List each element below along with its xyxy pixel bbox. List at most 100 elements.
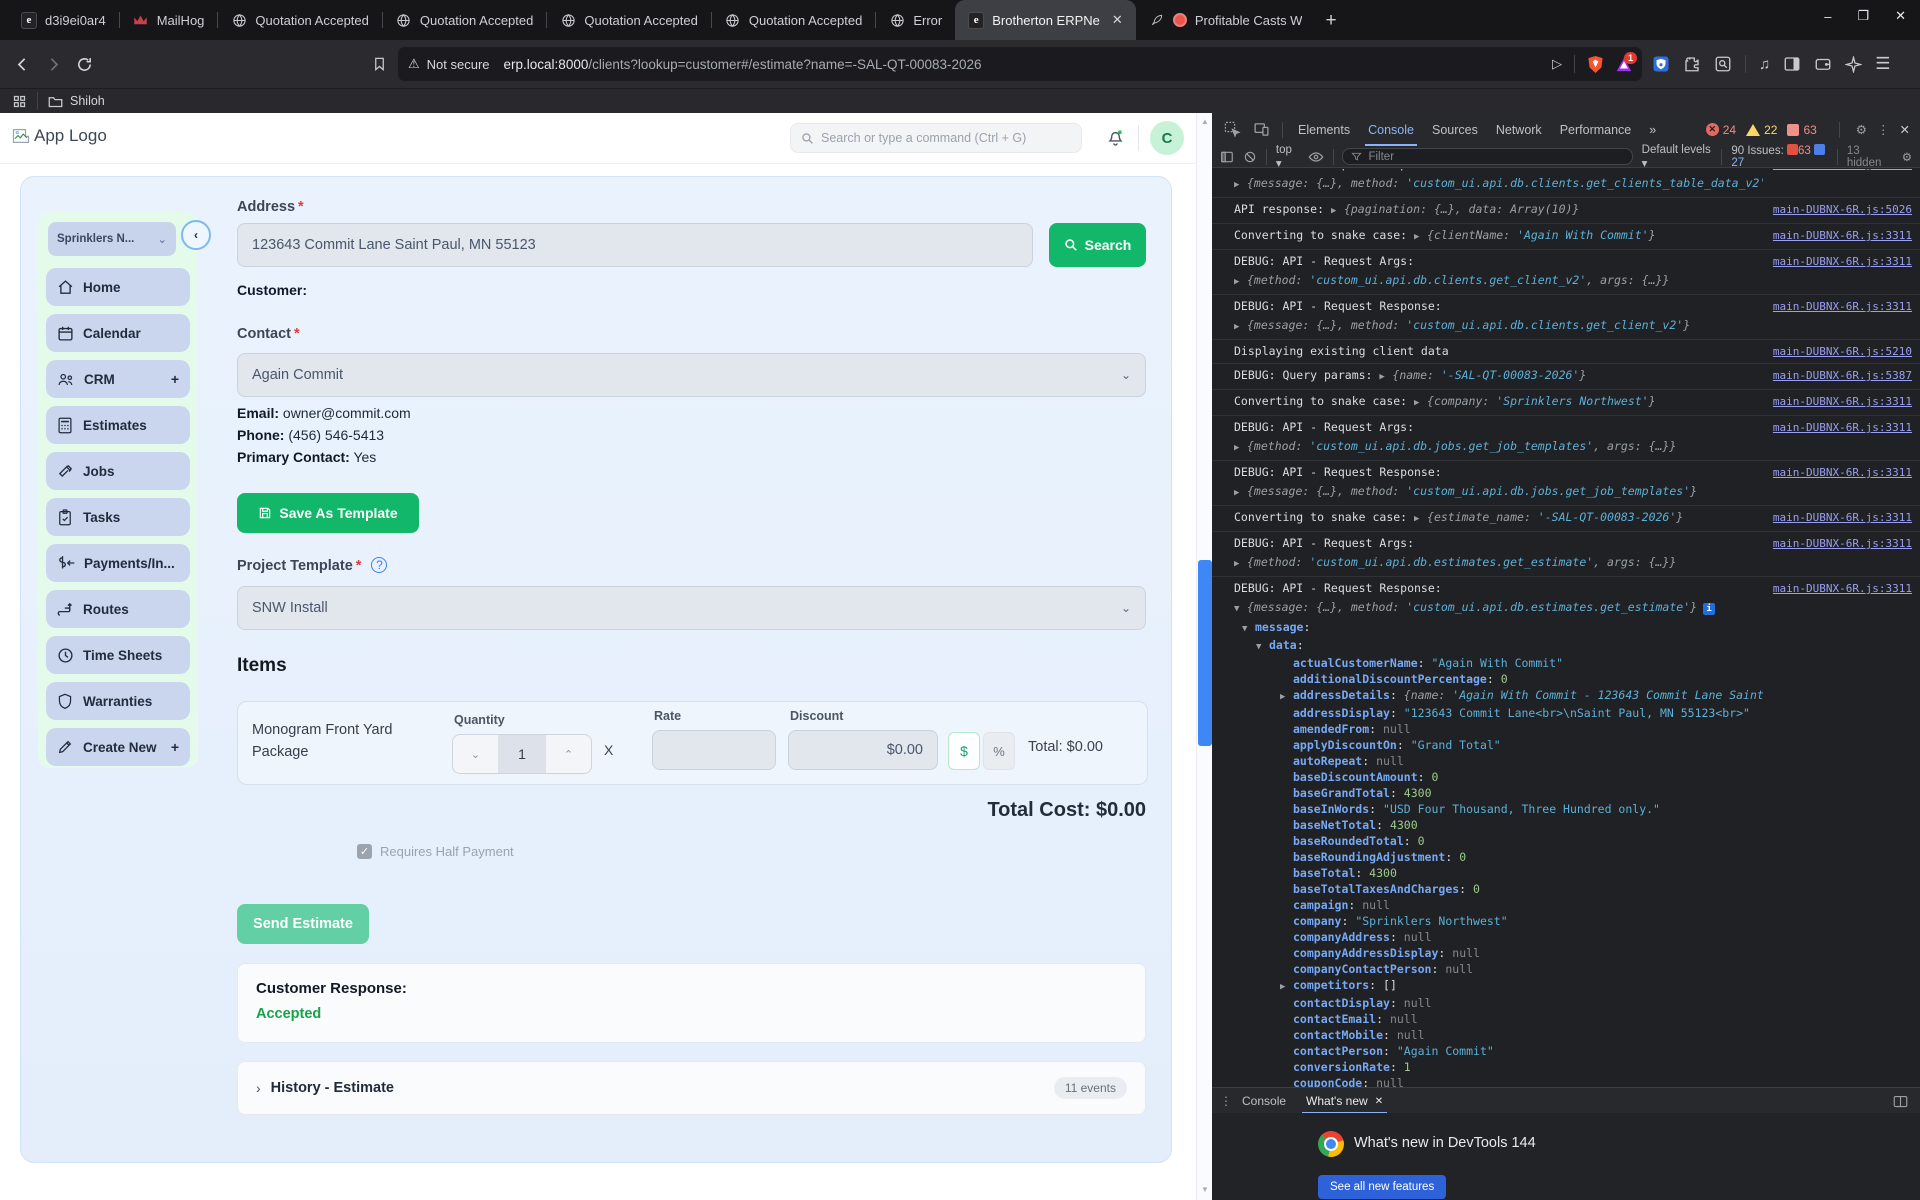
send-page-icon[interactable]: ▷ (1552, 56, 1562, 72)
contact-select[interactable]: Again Commit ⌄ (237, 353, 1146, 397)
source-link[interactable]: main-DUBNX-6R.js:3311 (1773, 297, 1912, 316)
browser-tab-5[interactable]: Quotation Accepted (712, 0, 875, 40)
discount-percent-toggle[interactable]: % (983, 732, 1015, 770)
app-logo[interactable]: App Logo (12, 126, 107, 146)
expand-arrow-icon[interactable]: ▶ (1414, 228, 1427, 247)
expand-arrow-icon[interactable]: ▶ (1234, 555, 1247, 574)
minimize-button[interactable]: – (1824, 9, 1831, 24)
expand-arrow-icon[interactable]: ▶ (1234, 176, 1247, 195)
scroll-up-icon[interactable]: ▲ (1197, 117, 1213, 126)
source-link[interactable]: main-DUBNX-6R.js:5387 (1773, 366, 1912, 385)
puzzle-extensions-icon[interactable] (1683, 55, 1701, 73)
scroll-down-icon[interactable]: ▼ (1197, 1185, 1213, 1194)
expand-arrow-icon[interactable]: ▶ (1234, 273, 1247, 292)
help-icon[interactable]: ? (371, 557, 388, 573)
console-settings-icon[interactable]: ⚙ (1902, 150, 1912, 164)
devtools-kebab-icon[interactable]: ⋮ (1877, 122, 1890, 137)
browser-tab-4[interactable]: Quotation Accepted (547, 0, 710, 40)
leo-ai-sparkle-icon[interactable] (1845, 55, 1863, 73)
devtools-tab-performance[interactable]: Performance (1551, 113, 1641, 146)
search-box-icon[interactable] (1714, 55, 1732, 73)
expand-arrow-icon[interactable]: ▶ (1331, 202, 1344, 221)
quantity-value[interactable]: 1 (498, 735, 546, 773)
bookmark-icon[interactable] (372, 55, 387, 73)
privacy-shield-extension-icon[interactable] (1652, 55, 1670, 73)
browser-tab-6[interactable]: Error (876, 0, 955, 40)
search-input[interactable]: Search or type a command (Ctrl + G) (790, 123, 1082, 153)
sidebar-toggle-icon[interactable] (1783, 55, 1801, 73)
issues-summary[interactable]: 90 Issues: 63 27 (1731, 144, 1828, 169)
drawer-tab-console[interactable]: Console (1232, 1088, 1296, 1114)
media-control-icon[interactable]: ♫ (1759, 56, 1770, 73)
discount-dollar-toggle[interactable]: $ (948, 732, 980, 770)
source-link[interactable]: main-DUBNX-6R.js:3311 (1773, 252, 1912, 271)
browser-tab-7[interactable]: e Brotherton ERPNe ✕ (955, 0, 1136, 40)
back-icon[interactable] (14, 56, 31, 73)
inspect-element-icon[interactable] (1224, 121, 1241, 138)
expand-arrow-icon[interactable]: ▼ (1256, 639, 1269, 655)
info-icon[interactable]: i (1703, 603, 1716, 615)
sidebar-collapse-button[interactable]: ‹ (181, 220, 211, 250)
bell-icon[interactable] (1106, 127, 1125, 147)
devtools-settings-icon[interactable]: ⚙ (1856, 122, 1867, 137)
apps-grid-icon[interactable] (12, 94, 27, 109)
new-tab-button[interactable]: + (1325, 10, 1336, 32)
source-link[interactable]: main-DUBNX-6R.js:3311 (1773, 392, 1912, 411)
source-link[interactable]: main-DUBNX-6R.js:3311 (1773, 534, 1912, 553)
source-link[interactable]: main-DUBNX-6R.js:3311 (1773, 226, 1912, 245)
add-icon[interactable]: + (171, 739, 179, 755)
browser-tab-3[interactable]: Quotation Accepted (383, 0, 546, 40)
devtools-close-icon[interactable]: ✕ (1900, 122, 1910, 137)
devtools-more-tabs[interactable]: » (1640, 113, 1665, 146)
expand-arrow-icon[interactable]: ▼ (1234, 600, 1247, 619)
close-icon[interactable]: ✕ (1375, 1096, 1383, 1107)
reload-icon[interactable] (76, 56, 93, 73)
expand-arrow-icon[interactable]: ▶ (1414, 510, 1427, 529)
send-estimate-button[interactable]: Send Estimate (237, 904, 369, 944)
sidebar-item-payments-in[interactable]: Payments/In... (46, 544, 190, 582)
split-panel-icon[interactable] (1893, 1095, 1908, 1108)
add-icon[interactable]: + (171, 371, 179, 387)
devtools-tab-console[interactable]: Console (1359, 113, 1423, 146)
sidebar-item-time-sheets[interactable]: Time Sheets (46, 636, 190, 674)
avatar[interactable]: C (1150, 121, 1184, 155)
sidebar-item-tasks[interactable]: Tasks (46, 498, 190, 536)
stepper-down-icon[interactable]: ⌄ (453, 735, 498, 773)
tab-close-icon[interactable]: ✕ (1112, 12, 1123, 28)
expand-arrow-icon[interactable]: ▶ (1414, 394, 1427, 413)
close-button[interactable]: ✕ (1895, 8, 1906, 24)
expand-arrow-icon[interactable]: ▶ (1280, 689, 1293, 705)
url-field[interactable]: ⚠ Not secure erp.local:8000/clients?look… (398, 47, 1642, 81)
browser-tab-8[interactable]: Profitable Casts W (1136, 0, 1316, 40)
source-link[interactable]: main-DUBNX-6R.js:3311 (1773, 418, 1912, 437)
sidebar-item-home[interactable]: Home (46, 268, 190, 306)
source-link[interactable]: main-DUBNX-6R.js:5210 (1773, 342, 1912, 361)
warning-count[interactable]: 22 (1746, 123, 1777, 137)
sidebar-item-jobs[interactable]: Jobs (46, 452, 190, 490)
source-link[interactable]: main-DUBNX-6R.js:5026 (1773, 200, 1912, 219)
clear-console-icon[interactable] (1243, 150, 1257, 164)
drawer-tab-whatsnew[interactable]: What's new ✕ (1296, 1088, 1393, 1114)
brave-rewards-icon[interactable]: 1 (1616, 51, 1637, 72)
expand-arrow-icon[interactable]: ▶ (1280, 979, 1293, 995)
expand-arrow-icon[interactable]: ▶ (1234, 318, 1247, 337)
app-scrollbar[interactable]: ▲ ▼ (1196, 113, 1213, 1200)
see-all-features-button[interactable]: See all new features (1318, 1175, 1447, 1199)
expand-arrow-icon[interactable]: ▼ (1242, 621, 1255, 637)
restore-button[interactable]: ❐ (1857, 8, 1869, 24)
save-as-template-button[interactable]: Save As Template (237, 493, 419, 533)
sidebar-item-create-new[interactable]: Create New + (46, 728, 190, 766)
scrollbar-thumb[interactable] (1198, 560, 1212, 746)
discount-input[interactable]: $0.00 (788, 730, 938, 770)
address-search-button[interactable]: Search (1049, 223, 1146, 267)
sidebar-item-routes[interactable]: Routes (46, 590, 190, 628)
bookmark-folder-shiloh[interactable]: Shiloh (48, 94, 105, 108)
browser-tab-2[interactable]: Quotation Accepted (218, 0, 381, 40)
devtools-tab-elements[interactable]: Elements (1289, 113, 1359, 146)
sidebar-item-estimates[interactable]: Estimates (46, 406, 190, 444)
sidebar-item-warranties[interactable]: Warranties (46, 682, 190, 720)
forward-icon[interactable] (45, 56, 62, 73)
live-expression-eye-icon[interactable] (1308, 151, 1324, 163)
half-payment-checkbox[interactable]: ✓ (357, 844, 372, 859)
expand-arrow-icon[interactable]: ▶ (1234, 484, 1247, 503)
